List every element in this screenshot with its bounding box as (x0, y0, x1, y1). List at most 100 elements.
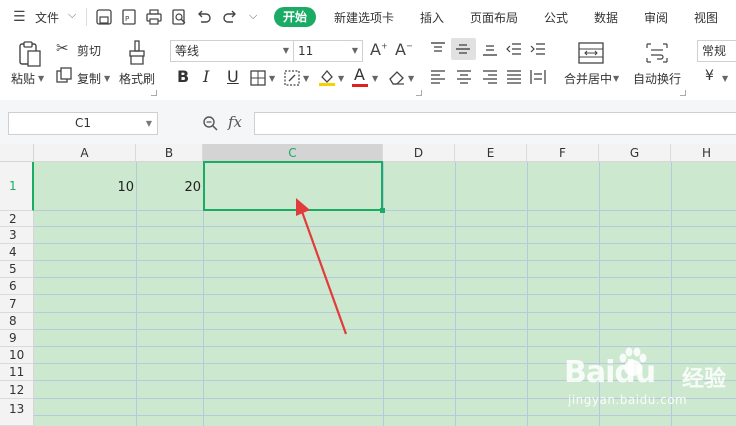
column-header-g[interactable]: G (599, 144, 671, 162)
column-header-h[interactable]: H (671, 144, 736, 162)
tab-formulas[interactable]: 公式 (544, 9, 568, 26)
cell-a1[interactable]: 10 (36, 180, 134, 195)
currency-button[interactable]: ¥ (705, 68, 714, 84)
chevron-down-icon[interactable]: ▼ (408, 74, 414, 83)
decrease-indent-icon[interactable] (506, 42, 522, 56)
row-header-4[interactable]: 4 (0, 244, 34, 261)
watermark-brand-cn: 经验 (682, 367, 727, 392)
align-middle-button[interactable] (451, 38, 476, 60)
chevron-down-icon[interactable]: ⌵ (68, 8, 76, 22)
chevron-down-icon[interactable]: ▼ (613, 74, 619, 83)
decrease-font-icon[interactable]: A− (395, 40, 413, 59)
formula-input[interactable] (254, 112, 736, 135)
column-header-c[interactable]: C (203, 144, 383, 162)
bold-button[interactable]: B (177, 67, 189, 86)
formula-bar: C1 ▼ fx (0, 100, 736, 144)
row-header-10[interactable]: 10 (0, 347, 34, 364)
row-header-5[interactable]: 5 (0, 261, 34, 278)
row-header-3[interactable]: 3 (0, 227, 34, 244)
increase-indent-icon[interactable] (530, 42, 546, 56)
align-left-icon[interactable] (430, 70, 446, 84)
merge-center-button[interactable]: 合并居中 (564, 70, 612, 87)
baidu-jingyan-watermark: Baidu 经验 jingyan.baidu.com (564, 345, 736, 411)
save-icon[interactable] (95, 8, 113, 26)
zoom-search-icon[interactable] (202, 115, 218, 131)
fill-color-icon[interactable] (318, 68, 336, 86)
copy-button[interactable]: 复制 (77, 70, 101, 87)
gridline (34, 277, 736, 278)
paste-button[interactable]: 粘贴 (11, 70, 35, 87)
alignment-dialog-launcher[interactable] (680, 90, 686, 96)
tab-new[interactable]: 新建选项卡 (334, 9, 394, 26)
align-top-icon[interactable] (430, 42, 446, 56)
font-name-select[interactable]: 等线 ▼ (170, 40, 294, 62)
row-header-2[interactable]: 2 (0, 211, 34, 227)
tab-home[interactable]: 开始 (274, 7, 317, 27)
chevron-down-icon[interactable]: ▼ (372, 74, 378, 83)
chevron-down-icon[interactable]: ▼ (269, 74, 275, 83)
print-icon[interactable] (145, 8, 163, 26)
redo-icon[interactable] (221, 8, 239, 26)
file-menu[interactable]: 文件 (35, 9, 59, 26)
number-format-select[interactable]: 常规 (697, 40, 736, 62)
chevron-down-icon[interactable]: ▼ (104, 74, 110, 83)
hamburger-icon[interactable]: ☰ (13, 9, 26, 25)
fill-handle[interactable] (380, 208, 385, 213)
format-painter-button[interactable]: 格式刷 (119, 70, 155, 87)
font-size-select[interactable]: 11 ▼ (293, 40, 363, 62)
row-header-12[interactable]: 12 (0, 381, 34, 399)
row-header-11[interactable]: 11 (0, 364, 34, 381)
tab-view[interactable]: 视图 (694, 9, 718, 26)
tab-insert[interactable]: 插入 (420, 9, 444, 26)
column-header-f[interactable]: F (527, 144, 599, 162)
cell-b1[interactable]: 20 (138, 180, 201, 195)
distributed-align-icon[interactable] (530, 69, 546, 85)
row-header-13[interactable]: 13 (0, 399, 34, 426)
wrap-text-icon[interactable] (645, 42, 669, 64)
align-bottom-icon[interactable] (482, 42, 498, 56)
row-header-1[interactable]: 1 (0, 162, 34, 211)
increase-font-icon[interactable]: A+ (370, 40, 388, 59)
column-header-a[interactable]: A (34, 144, 136, 162)
chevron-down-icon[interactable]: ▼ (38, 74, 44, 83)
font-dialog-launcher[interactable] (416, 90, 422, 96)
name-box[interactable]: C1 ▼ (8, 112, 158, 135)
more-commands-icon[interactable]: ⌵ (249, 9, 257, 23)
italic-button[interactable]: I (203, 67, 209, 86)
justify-icon[interactable] (506, 70, 522, 84)
undo-icon[interactable] (195, 8, 213, 26)
select-all-corner[interactable] (0, 144, 34, 162)
tab-page-layout[interactable]: 页面布局 (470, 9, 518, 26)
format-painter-icon[interactable] (126, 39, 148, 67)
column-header-d[interactable]: D (383, 144, 455, 162)
scissors-icon[interactable]: ✂ (56, 39, 69, 57)
row-header-8[interactable]: 8 (0, 313, 34, 330)
column-header-e[interactable]: E (455, 144, 527, 162)
row-header-6[interactable]: 6 (0, 278, 34, 295)
row-header-9[interactable]: 9 (0, 330, 34, 347)
copy-icon[interactable] (56, 67, 72, 83)
align-right-icon[interactable] (482, 70, 498, 84)
font-size-value: 11 (298, 44, 314, 58)
tab-review[interactable]: 审阅 (644, 9, 668, 26)
clipboard-dialog-launcher[interactable] (151, 90, 157, 96)
chevron-down-icon[interactable]: ▼ (303, 74, 309, 83)
underline-button[interactable]: U (227, 67, 239, 86)
borders-icon[interactable] (250, 70, 266, 86)
wrap-text-button[interactable]: 自动换行 (633, 70, 681, 87)
export-pdf-icon[interactable]: P (120, 8, 138, 26)
column-header-b[interactable]: B (136, 144, 203, 162)
clear-eraser-icon[interactable] (388, 69, 406, 85)
font-color-button[interactable]: A (354, 65, 365, 84)
tab-data[interactable]: 数据 (594, 9, 618, 26)
merge-center-icon[interactable] (578, 42, 604, 64)
cell-style-icon[interactable] (284, 70, 300, 86)
chevron-down-icon[interactable]: ▼ (338, 74, 344, 83)
print-preview-icon[interactable] (170, 8, 188, 26)
cut-button[interactable]: 剪切 (77, 42, 101, 59)
row-header-7[interactable]: 7 (0, 295, 34, 313)
align-center-icon[interactable] (456, 70, 472, 84)
insert-function-button[interactable]: fx (228, 113, 242, 131)
chevron-down-icon[interactable]: ▼ (722, 74, 728, 83)
paste-icon[interactable] (17, 40, 43, 68)
